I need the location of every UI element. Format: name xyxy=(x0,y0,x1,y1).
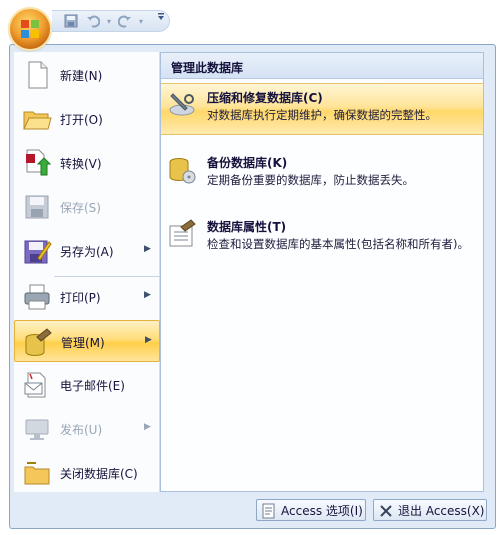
office-button[interactable] xyxy=(10,9,50,49)
option-description: 检查和设置数据库的基本属性(包括名称和所有者)。 xyxy=(207,237,469,251)
publish-icon xyxy=(25,419,49,440)
pane-title: 管理此数据库 xyxy=(161,53,483,79)
menu-item-label: 打开(O) xyxy=(60,113,103,127)
submenu-arrow-icon: ▶ xyxy=(144,290,151,300)
submenu-arrow-icon: ▶ xyxy=(145,335,152,345)
save-icon xyxy=(25,195,49,219)
option-description: 定期备份重要的数据库，防止数据丢失。 xyxy=(207,173,414,187)
submenu-arrow-icon: ▶ xyxy=(144,244,151,254)
menu-item-label: 另存为(A) xyxy=(60,245,114,259)
option-title: 数据库属性(T) xyxy=(207,220,287,234)
customize-qat-icon[interactable] xyxy=(157,12,165,25)
close-icon xyxy=(380,505,392,517)
office-logo-icon xyxy=(21,20,39,38)
menu-item-save-as[interactable]: 另存为(A) ▶ xyxy=(14,230,160,272)
menu-item-label: 关闭数据库(C) xyxy=(60,467,138,481)
menu-item-label: 转换(V) xyxy=(60,157,102,171)
save-as-icon xyxy=(24,240,52,264)
option-compact-repair[interactable]: 压缩和修复数据库(C) 对数据库执行定期维护，确保数据的完整性。 xyxy=(161,83,483,135)
office-menu-command-list: 新建(N) 打开(O) 转换(V) 保存(S) 另存为(A) ▶ 打印(P) ▶… xyxy=(14,52,160,492)
option-title: 压缩和修复数据库(C) xyxy=(207,91,323,105)
options-icon xyxy=(262,503,275,519)
option-backup-database[interactable]: 备份数据库(K) 定期备份重要的数据库，防止数据丢失。 xyxy=(161,149,483,199)
menu-item-email[interactable]: 电子邮件(E) xyxy=(14,364,160,406)
redo-dropdown-icon[interactable]: ▾ xyxy=(132,14,150,30)
menu-item-label: 管理(M) xyxy=(61,336,105,350)
menu-item-open[interactable]: 打开(O) xyxy=(14,98,160,140)
quick-access-toolbar: ▾ ▾ xyxy=(0,0,503,40)
manage-submenu-pane: 管理此数据库 压缩和修复数据库(C) 对数据库执行定期维护，确保数据的完整性。 … xyxy=(160,52,484,492)
menu-item-label: 保存(S) xyxy=(60,201,101,215)
access-options-button[interactable]: Access 选项(I) xyxy=(256,499,366,521)
printer-icon xyxy=(24,284,50,310)
submenu-arrow-icon: ▶ xyxy=(144,422,151,432)
database-properties-icon xyxy=(169,219,196,247)
menu-item-new[interactable]: 新建(N) xyxy=(14,54,160,96)
menu-item-convert[interactable]: 转换(V) xyxy=(14,142,160,184)
email-icon xyxy=(24,372,46,398)
option-description: 对数据库执行定期维护，确保数据的完整性。 xyxy=(207,108,437,122)
exit-access-label: 退出 Access(X) xyxy=(398,503,485,518)
menu-item-manage[interactable]: 管理(M) ▶ xyxy=(14,320,160,362)
manage-icon xyxy=(25,328,52,356)
close-database-icon xyxy=(24,462,50,485)
convert-icon xyxy=(26,149,52,176)
menu-item-label: 打印(P) xyxy=(60,291,101,305)
access-options-label: Access 选项(I) xyxy=(281,503,363,518)
menu-item-publish[interactable]: 发布(U) ▶ xyxy=(14,408,160,450)
backup-database-icon xyxy=(169,158,196,184)
menu-item-label: 电子邮件(E) xyxy=(60,379,125,393)
quick-access-bar: ▾ ▾ xyxy=(52,10,170,32)
compact-repair-icon xyxy=(169,93,195,116)
open-folder-icon xyxy=(23,111,52,130)
option-title: 备份数据库(K) xyxy=(207,156,288,170)
menu-item-label: 发布(U) xyxy=(60,423,103,437)
menu-item-print[interactable]: 打印(P) ▶ xyxy=(14,276,160,318)
save-icon[interactable] xyxy=(62,14,80,30)
option-database-properties[interactable]: 数据库属性(T) 检查和设置数据库的基本属性(包括名称和所有者)。 xyxy=(161,213,483,275)
exit-access-button[interactable]: 退出 Access(X) xyxy=(373,499,487,521)
menu-item-close-database[interactable]: 关闭数据库(C) xyxy=(14,452,160,494)
menu-item-save[interactable]: 保存(S) xyxy=(14,186,160,228)
new-document-icon xyxy=(28,61,48,89)
menu-item-label: 新建(N) xyxy=(60,69,103,83)
